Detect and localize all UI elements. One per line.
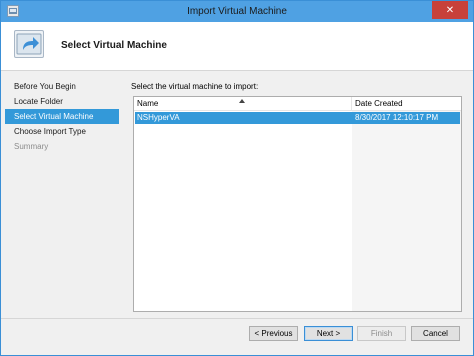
- vm-date-cell: 8/30/2017 12:10:17 PM: [355, 113, 439, 122]
- finish-button: Finish: [357, 326, 406, 341]
- table-row[interactable]: NSHyperVA 8/30/2017 12:10:17 PM: [135, 112, 460, 124]
- previous-button[interactable]: < Previous: [249, 326, 298, 341]
- sidebar-item-summary: Summary: [14, 142, 49, 151]
- import-arrow-icon: [14, 30, 44, 58]
- sort-ascending-icon: [239, 99, 245, 103]
- sidebar-item-locate-folder[interactable]: Locate Folder: [5, 94, 119, 109]
- app-icon: [7, 5, 19, 17]
- column-header-name-label: Name: [137, 99, 159, 108]
- next-button[interactable]: Next >: [304, 326, 353, 341]
- window-title: Import Virtual Machine: [187, 6, 287, 17]
- list-header: Name Date Created: [134, 97, 461, 111]
- sidebar-item-choose-import-type[interactable]: Choose Import Type: [5, 124, 119, 139]
- page-title: Select Virtual Machine: [61, 40, 167, 51]
- column-header-name[interactable]: Name: [134, 97, 352, 111]
- wizard-header: Select Virtual Machine: [1, 22, 473, 71]
- vm-name-cell: NSHyperVA: [137, 113, 180, 122]
- footer-divider: [1, 318, 473, 319]
- import-vm-window: Import Virtual Machine ✕ Select Virtual …: [0, 0, 474, 356]
- sidebar-item-before-you-begin[interactable]: Before You Begin: [5, 79, 119, 94]
- cancel-button[interactable]: Cancel: [411, 326, 460, 341]
- wizard-steps: Before You Begin Locate Folder Select Vi…: [5, 79, 119, 154]
- sidebar-item-select-virtual-machine[interactable]: Select Virtual Machine: [5, 109, 119, 124]
- date-column-shade: [352, 111, 461, 311]
- vm-list[interactable]: Name Date Created NSHyperVA 8/30/2017 12…: [133, 96, 462, 312]
- select-vm-prompt: Select the virtual machine to import:: [131, 82, 259, 91]
- close-button[interactable]: ✕: [432, 1, 468, 19]
- column-header-date-created[interactable]: Date Created: [352, 97, 461, 111]
- title-bar[interactable]: Import Virtual Machine ✕: [1, 1, 473, 22]
